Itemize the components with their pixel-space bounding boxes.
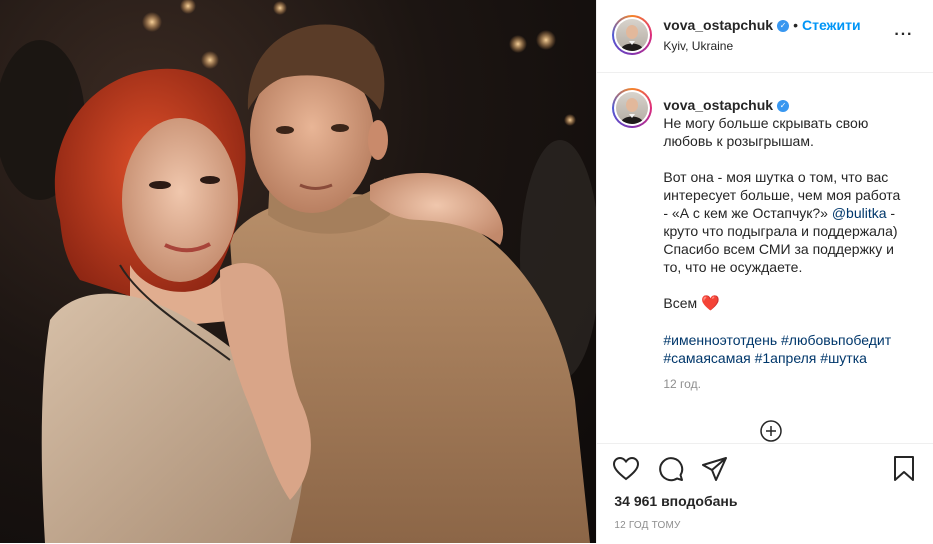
verified-badge-icon: ✓ bbox=[777, 100, 790, 113]
photo-illustration bbox=[0, 0, 597, 543]
post-photo[interactable] bbox=[0, 0, 598, 543]
post-time: 12 ГОД ТОМУ bbox=[614, 520, 681, 531]
caption-timestamp: 12 год. bbox=[663, 377, 701, 391]
comment-icon[interactable] bbox=[658, 456, 684, 487]
avatar-image bbox=[616, 92, 649, 124]
verified-badge-icon: ✓ bbox=[777, 19, 790, 32]
caption-username[interactable]: vova_ostapchuk bbox=[663, 97, 773, 113]
caption-line: круто что подыграла и поддержала) bbox=[663, 223, 898, 239]
caption-line: Спасибо всем СМИ за поддержку и bbox=[663, 241, 894, 257]
likes-count[interactable]: 34 961 вподобань bbox=[614, 493, 737, 509]
author-username[interactable]: vova_ostapchuk bbox=[663, 17, 773, 33]
post-header: vova_ostapchuk ✓ • Стежити Kyiv, Ukraine ··… bbox=[597, 0, 933, 73]
mention-link[interactable]: @bulitka bbox=[832, 205, 887, 221]
share-icon[interactable] bbox=[702, 457, 728, 486]
post-actions: 34 961 вподобань 12 ГОД ТОМУ bbox=[597, 443, 933, 544]
bookmark-icon[interactable] bbox=[893, 456, 915, 487]
caption-text: - «А с кем же Остапчук?» bbox=[663, 205, 832, 221]
author-avatar[interactable] bbox=[612, 15, 653, 55]
caption-line: Не могу больше скрывать свою bbox=[663, 115, 869, 131]
follow-button[interactable]: Стежити bbox=[802, 17, 861, 33]
separator-dot: • bbox=[793, 17, 798, 33]
caption-line: любовь к розыгрышам. bbox=[663, 133, 814, 149]
hashtags-line[interactable]: #именноэтотдень #любовьпобедит bbox=[663, 331, 919, 349]
caption-line: интересует больше, чем моя работа bbox=[663, 187, 901, 203]
caption-text: - bbox=[886, 205, 896, 221]
caption-avatar[interactable] bbox=[612, 88, 653, 128]
post-side-panel: vova_ostapchuk ✓ • Стежити Kyiv, Ukraine ··… bbox=[597, 0, 933, 543]
caption-line: то, что не осуждаете. bbox=[663, 259, 803, 275]
post-caption: vova_ostapchuk ✓ Не могу больше скрывать … bbox=[663, 96, 919, 367]
instagram-post: vova_ostapchuk ✓ • Стежити Kyiv, Ukraine ··… bbox=[0, 0, 933, 543]
heart-icon[interactable] bbox=[613, 456, 640, 486]
caption-line: Вот она - моя шутка о том, что вас bbox=[663, 169, 889, 185]
caption-text: Всем bbox=[663, 295, 701, 311]
post-location[interactable]: Kyiv, Ukraine bbox=[663, 39, 860, 53]
more-options-icon[interactable]: ··· bbox=[894, 26, 913, 44]
avatar-image bbox=[616, 19, 649, 51]
hashtags-line[interactable]: #самаясамая #1апреля #шутка bbox=[663, 349, 919, 367]
red-heart-emoji: ❤️ bbox=[701, 295, 720, 312]
